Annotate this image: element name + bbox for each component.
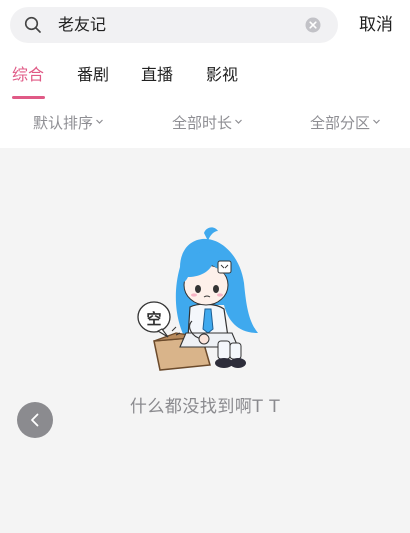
chevron-down-icon (373, 119, 380, 124)
category-filter[interactable]: 全部分区 (310, 106, 381, 140)
empty-message: 什么都没找到啊T T (129, 397, 281, 417)
chevron-left-icon (31, 413, 39, 427)
search-input[interactable]: 老友记 (58, 7, 298, 43)
chevron-down-icon (96, 119, 103, 124)
sort-filter[interactable]: 默认排序 (33, 106, 104, 140)
category-filter-label: 全部分区 (310, 114, 371, 132)
chevron-down-icon (235, 119, 242, 124)
clear-icon[interactable] (305, 17, 321, 33)
cancel-button[interactable]: 取消 (352, 7, 400, 43)
tab-live[interactable]: 直播 (141, 54, 173, 98)
duration-filter-label: 全部时长 (172, 114, 233, 132)
search-header: 老友记 取消 综合 番剧 直播 影视 默认排序 全部时长 全部分区 (0, 0, 410, 148)
sort-filter-label: 默认排序 (33, 114, 94, 132)
tab-all[interactable]: 综合 (12, 54, 44, 98)
tab-film[interactable]: 影视 (206, 54, 238, 98)
tab-anime[interactable]: 番剧 (77, 54, 109, 98)
search-box[interactable]: 老友记 (10, 7, 338, 43)
active-tab-indicator (12, 96, 45, 99)
empty-mascot-illustration: 空 (137, 227, 258, 371)
duration-filter[interactable]: 全部时长 (172, 106, 243, 140)
result-tabs: 综合 番剧 直播 影视 (0, 54, 410, 100)
search-icon (24, 16, 41, 33)
bubble-text: 空 (146, 310, 161, 328)
back-button[interactable] (17, 402, 53, 438)
filter-bar: 默认排序 全部时长 全部分区 (0, 106, 410, 140)
